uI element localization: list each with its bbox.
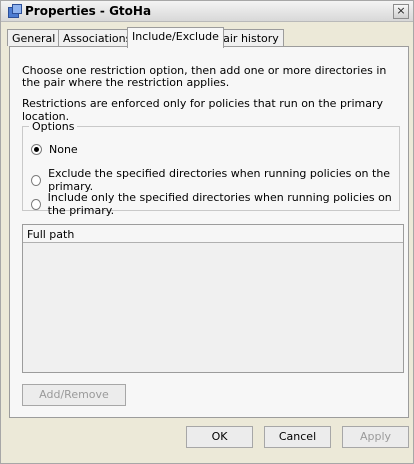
options-group: Options None Exclude the specified direc… xyxy=(22,120,400,217)
directory-list[interactable]: Full path xyxy=(22,224,404,373)
include-exclude-panel: Choose one restriction option, then add … xyxy=(9,46,409,418)
option-none-label: None xyxy=(49,143,78,156)
radio-include-only[interactable] xyxy=(31,198,41,210)
option-exclude-label: Exclude the specified directories when r… xyxy=(48,167,391,193)
instructions-text: Choose one restriction option, then add … xyxy=(22,64,387,89)
window-title: Properties - GtoHa xyxy=(25,4,152,18)
cancel-button[interactable]: Cancel xyxy=(264,426,331,448)
ok-button[interactable]: OK xyxy=(186,426,253,448)
column-header-full-path[interactable]: Full path xyxy=(23,225,403,243)
option-include-only-label: Include only the specified directories w… xyxy=(47,191,392,217)
option-exclude[interactable]: Exclude the specified directories when r… xyxy=(31,167,399,193)
tab-general[interactable]: General xyxy=(7,29,61,46)
option-include-only[interactable]: Include only the specified directories w… xyxy=(31,191,399,217)
properties-dialog: Properties - GtoHa × General Association… xyxy=(0,0,414,464)
radio-none[interactable] xyxy=(31,144,42,155)
add-remove-button[interactable]: Add/Remove xyxy=(22,384,126,406)
tab-associations[interactable]: Associations xyxy=(58,29,137,46)
properties-app-icon xyxy=(7,4,22,18)
title-bar: Properties - GtoHa × xyxy=(1,1,413,22)
radio-exclude[interactable] xyxy=(31,174,42,186)
options-legend: Options xyxy=(29,120,78,133)
option-none[interactable]: None xyxy=(31,143,78,156)
tab-include-exclude[interactable]: Include/Exclude xyxy=(127,27,224,48)
restrictions-note: Restrictions are enforced only for polic… xyxy=(22,97,383,123)
apply-button[interactable]: Apply xyxy=(342,426,409,448)
close-button[interactable]: × xyxy=(393,4,409,19)
